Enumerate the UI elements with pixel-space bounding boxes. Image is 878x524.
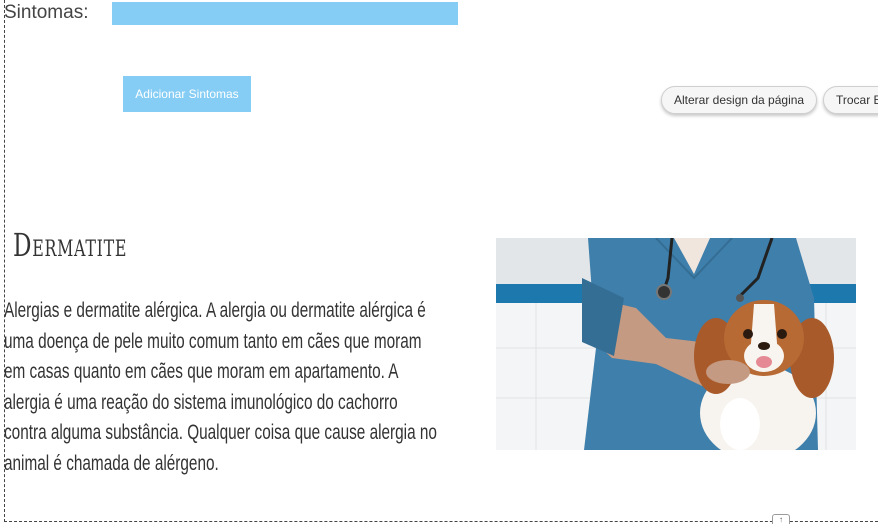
trocar-label: Trocar E xyxy=(836,93,878,107)
trocar-button[interactable]: Trocar E xyxy=(823,86,878,114)
sintomas-label: Sintomas: xyxy=(4,2,89,23)
article-body: Alergias e dermatite alérgica. A alergia… xyxy=(4,299,437,475)
sintomas-input[interactable] xyxy=(112,2,458,25)
vet-dog-photo xyxy=(496,238,856,450)
change-design-button[interactable]: Alterar design da página xyxy=(661,86,817,114)
add-sintomas-button[interactable]: Adicionar Sintomas xyxy=(123,76,251,112)
vet-dog-illustration xyxy=(496,238,856,450)
editor-guide-bottom xyxy=(4,521,878,522)
article-title: Dermatite xyxy=(13,226,128,264)
change-design-label: Alterar design da página xyxy=(674,93,805,107)
